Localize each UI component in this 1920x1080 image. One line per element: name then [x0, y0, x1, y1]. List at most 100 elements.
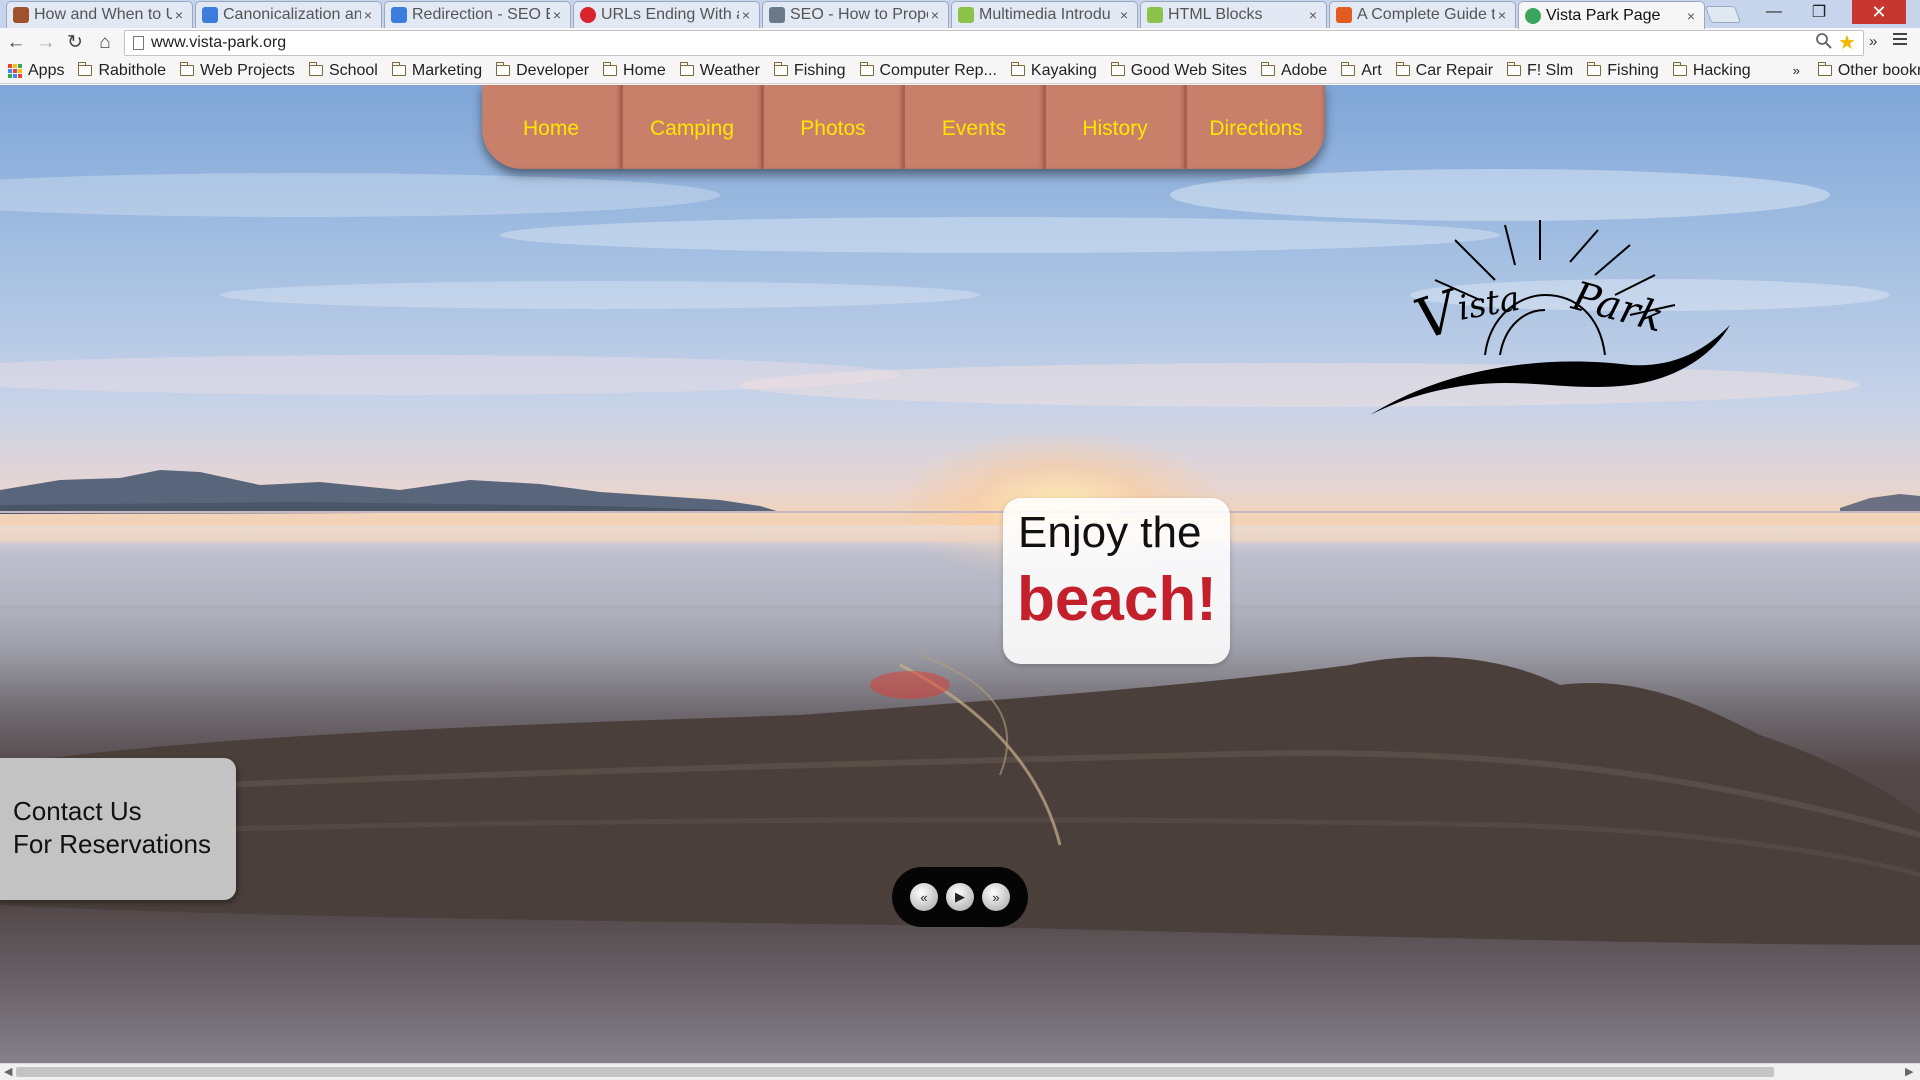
- tab-title: URLs Ending With a: [601, 6, 739, 23]
- bookmark-label: Computer Rep...: [879, 61, 997, 79]
- svg-text:ista: ista: [1455, 279, 1523, 329]
- new-tab-button[interactable]: [1704, 6, 1742, 23]
- bookmark-star-icon[interactable]: ★: [1838, 30, 1856, 55]
- browser-tab-active[interactable]: Vista Park Page ×: [1518, 1, 1705, 29]
- folder-icon: [1010, 62, 1025, 76]
- distant-mountains: [0, 470, 1920, 514]
- bookmark-folder[interactable]: School: [308, 61, 378, 80]
- bookmark-folder[interactable]: Home: [603, 62, 666, 80]
- nav-events[interactable]: Events: [905, 85, 1046, 169]
- tab-title: HTML Blocks: [1168, 6, 1263, 23]
- menu-icon[interactable]: [1893, 31, 1909, 52]
- browser-tab[interactable]: Canonicalization an ×: [195, 1, 382, 28]
- home-icon[interactable]: ⌂: [93, 32, 117, 54]
- extensions-overflow-icon[interactable]: »: [1869, 33, 1877, 50]
- contact-reservations-panel[interactable]: Contact Us For Reservations: [0, 758, 236, 900]
- tab-title: Redirection - SEO E: [412, 6, 550, 23]
- address-bar[interactable]: www.vista-park.org: [124, 30, 1864, 56]
- bookmarks-bar: Apps Rabithole Web Projects School Marke…: [0, 58, 1920, 84]
- bookmark-label: School: [328, 61, 378, 79]
- bookmark-folder[interactable]: Marketing: [391, 62, 482, 80]
- tab-close-icon[interactable]: ×: [928, 7, 942, 23]
- tab-close-icon[interactable]: ×: [1117, 7, 1131, 23]
- tab-close-icon[interactable]: ×: [739, 7, 753, 23]
- maximize-button[interactable]: ❐: [1797, 0, 1841, 24]
- bookmark-folder[interactable]: Art: [1341, 61, 1382, 80]
- apps-shortcut[interactable]: Apps: [0, 62, 64, 80]
- folder-icon: [773, 62, 788, 76]
- folder-icon: [1507, 62, 1522, 76]
- apps-label: Apps: [28, 61, 65, 79]
- svg-text:Park: Park: [1566, 273, 1668, 342]
- tab-close-icon[interactable]: ×: [1684, 8, 1698, 24]
- water-reflection: [0, 525, 1920, 605]
- nav-history[interactable]: History: [1046, 85, 1187, 169]
- scroll-left-icon[interactable]: ◀: [4, 1065, 12, 1078]
- caption-line-1: Enjoy the: [1018, 508, 1202, 557]
- bookmarks-overflow-icon[interactable]: »: [1793, 63, 1800, 78]
- bookmark-folder[interactable]: F! Slm: [1507, 62, 1573, 80]
- bookmark-folder[interactable]: Rabithole: [78, 62, 166, 80]
- nav-home[interactable]: Home: [482, 85, 623, 169]
- horizontal-scrollbar[interactable]: ◀ ▶: [0, 1063, 1920, 1080]
- folder-icon: [1260, 62, 1275, 76]
- folder-icon: [859, 62, 874, 76]
- browser-tab[interactable]: URLs Ending With a ×: [573, 1, 760, 28]
- play-icon[interactable]: ▶: [946, 883, 974, 911]
- folder-icon: [78, 62, 93, 76]
- browser-tab[interactable]: How and When to U ×: [6, 1, 193, 28]
- browser-tab[interactable]: HTML Blocks ×: [1140, 1, 1327, 28]
- browser-tab[interactable]: A Complete Guide t ×: [1329, 1, 1516, 28]
- minimize-button[interactable]: —: [1752, 0, 1796, 24]
- forward-arrow-icon[interactable]: →: [34, 32, 58, 54]
- zoom-icon[interactable]: [1815, 32, 1833, 55]
- nav-directions[interactable]: Directions: [1187, 85, 1325, 169]
- bookmark-label: Art: [1361, 61, 1382, 79]
- folder-icon: [603, 62, 618, 76]
- tab-close-icon[interactable]: ×: [1495, 7, 1509, 23]
- folder-icon: [1395, 62, 1410, 76]
- contact-line-2: For Reservations: [13, 829, 211, 859]
- bookmark-folder[interactable]: Weather: [679, 62, 760, 80]
- bookmark-label: Home: [623, 61, 666, 79]
- nav-camping[interactable]: Camping: [623, 85, 764, 169]
- bookmark-folder[interactable]: Fishing: [773, 61, 846, 80]
- tab-close-icon[interactable]: ×: [361, 7, 375, 23]
- bookmark-folder[interactable]: Good Web Sites: [1110, 62, 1247, 80]
- rewind-icon[interactable]: «: [910, 883, 938, 911]
- window-close-button[interactable]: ✕: [1852, 0, 1906, 24]
- folder-icon: [391, 62, 406, 76]
- nav-photos[interactable]: Photos: [764, 85, 905, 169]
- bookmark-folder[interactable]: Developer: [496, 62, 589, 80]
- scrollbar-thumb[interactable]: [16, 1067, 1774, 1077]
- tab-favicon-icon: [769, 7, 785, 23]
- tab-favicon-icon: [1336, 7, 1352, 23]
- bookmark-folder[interactable]: Computer Rep...: [859, 61, 997, 80]
- tab-favicon-icon: [13, 7, 29, 23]
- bookmark-folder[interactable]: Web Projects: [180, 62, 295, 80]
- bookmark-label: Fishing: [793, 61, 846, 79]
- browser-tab[interactable]: Redirection - SEO E ×: [384, 1, 571, 28]
- scroll-right-icon[interactable]: ▶: [1905, 1065, 1913, 1078]
- tab-title: How and When to U: [34, 6, 172, 23]
- browser-tab[interactable]: Multimedia Introdu ×: [951, 1, 1138, 28]
- bookmark-folder[interactable]: Kayaking: [1010, 61, 1097, 80]
- folder-icon: [1341, 62, 1356, 76]
- bookmark-folder[interactable]: Hacking: [1672, 62, 1751, 80]
- fast-forward-icon[interactable]: »: [982, 883, 1010, 911]
- bookmark-label: Kayaking: [1030, 61, 1097, 79]
- tab-close-icon[interactable]: ×: [550, 7, 564, 23]
- bookmark-folder[interactable]: Fishing: [1587, 62, 1659, 80]
- other-bookmarks[interactable]: Other bookmarks: [1817, 62, 1920, 80]
- back-arrow-icon[interactable]: ←: [4, 32, 28, 54]
- bookmark-folder[interactable]: Adobe: [1260, 61, 1328, 80]
- bookmark-folder[interactable]: Car Repair: [1395, 61, 1494, 80]
- reload-icon[interactable]: ↻: [63, 32, 87, 54]
- tab-close-icon[interactable]: ×: [172, 7, 186, 23]
- tab-title: Canonicalization an: [223, 6, 361, 23]
- bookmark-label: Adobe: [1280, 61, 1328, 79]
- bookmark-label: Car Repair: [1415, 61, 1494, 79]
- browser-tab[interactable]: SEO - How to Prope ×: [762, 1, 949, 28]
- bookmark-label: F! Slm: [1527, 61, 1574, 79]
- tab-close-icon[interactable]: ×: [1306, 7, 1320, 23]
